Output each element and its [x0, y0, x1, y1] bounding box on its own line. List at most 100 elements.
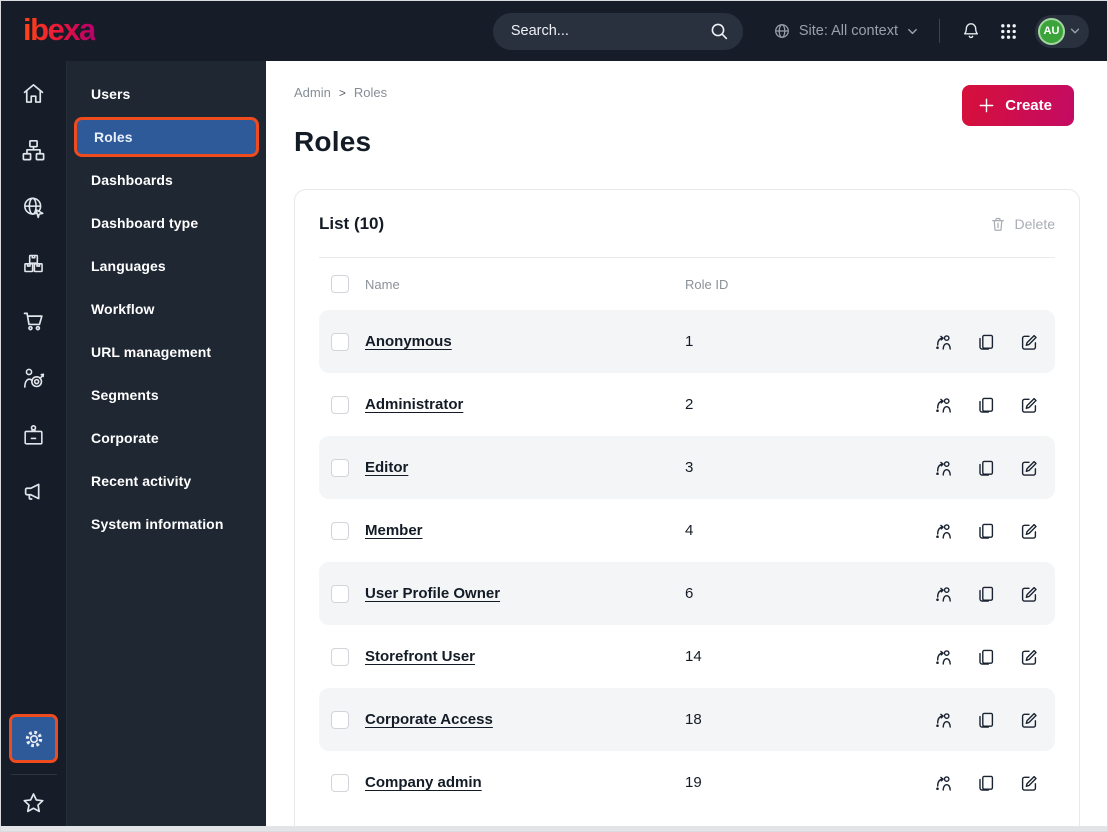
sidebar-item-recent-activity[interactable]: Recent activity — [74, 461, 259, 501]
sidebar-item-roles[interactable]: Roles — [74, 117, 259, 157]
avatar: AU — [1038, 17, 1065, 45]
row-checkbox[interactable] — [331, 710, 349, 729]
column-header-name: Name — [365, 276, 400, 292]
select-all-checkbox[interactable] — [331, 275, 349, 293]
edit-icon[interactable] — [1019, 395, 1039, 415]
copy-icon[interactable] — [976, 395, 996, 415]
sidebar-item-label: Languages — [91, 258, 166, 274]
role-id-cell: 3 — [685, 459, 694, 476]
edit-icon[interactable] — [1019, 773, 1039, 793]
create-button[interactable]: Create — [962, 85, 1074, 126]
sidebar-item-dashboards[interactable]: Dashboards — [74, 160, 259, 200]
sidebar-item-users[interactable]: Users — [74, 74, 259, 114]
search-input[interactable]: Search... — [492, 12, 743, 50]
role-name-link[interactable]: User Profile Owner — [365, 585, 500, 602]
icon-rail — [1, 61, 67, 831]
copy-icon[interactable] — [976, 521, 996, 541]
search-icon — [709, 21, 729, 41]
assign-user-icon[interactable] — [933, 521, 953, 541]
assign-user-icon[interactable] — [933, 773, 953, 793]
row-checkbox[interactable] — [331, 332, 349, 351]
breadcrumb: Admin > Roles — [294, 85, 1077, 100]
sidebar-item-home[interactable] — [1, 65, 66, 122]
row-checkbox[interactable] — [331, 458, 349, 477]
breadcrumb-item-roles[interactable]: Roles — [354, 85, 387, 100]
admin-side-menu: Users Roles Dashboards Dashboard type La… — [67, 61, 266, 831]
assign-user-icon[interactable] — [933, 584, 953, 604]
copy-icon[interactable] — [976, 710, 996, 730]
sidebar-item-corporate[interactable] — [1, 407, 66, 464]
sidebar-item-personalization[interactable] — [1, 350, 66, 407]
copy-icon[interactable] — [976, 458, 996, 478]
row-checkbox[interactable] — [331, 773, 349, 792]
sidebar-item-label: Recent activity — [91, 473, 192, 489]
table-row: Administrator 2 — [319, 373, 1055, 436]
sidebar-item-segments[interactable]: Segments — [74, 375, 259, 415]
assign-user-icon[interactable] — [933, 395, 953, 415]
copy-icon[interactable] — [976, 773, 996, 793]
copy-icon[interactable] — [976, 647, 996, 667]
assign-user-icon[interactable] — [933, 332, 953, 352]
notifications-bell-icon[interactable] — [960, 20, 982, 42]
sidebar-item-corporate[interactable]: Corporate — [74, 418, 259, 458]
edit-icon[interactable] — [1019, 458, 1039, 478]
role-name-link[interactable]: Corporate Access — [365, 711, 493, 728]
topbar: ibexa Search... Site: All context AU — [1, 1, 1107, 61]
edit-icon[interactable] — [1019, 647, 1039, 667]
sidebar-item-languages[interactable]: Languages — [74, 246, 259, 286]
sidebar-item-marketing[interactable] — [1, 464, 66, 521]
role-name-link[interactable]: Administrator — [365, 396, 463, 413]
table-row: Anonymous 1 — [319, 310, 1055, 373]
sidebar-item-url-management[interactable]: URL management — [74, 332, 259, 372]
site-context-selector[interactable]: Site: All context — [773, 22, 919, 40]
role-name-link[interactable]: Company admin — [365, 774, 482, 791]
assign-user-icon[interactable] — [933, 458, 953, 478]
globe-icon — [773, 22, 791, 40]
sidebar-item-label: System information — [91, 516, 224, 532]
marketing-megaphone-icon — [20, 479, 47, 506]
create-button-label: Create — [1005, 97, 1052, 114]
sidebar-item-favorites[interactable] — [20, 786, 47, 823]
user-menu[interactable]: AU — [1035, 14, 1089, 48]
sidebar-item-products[interactable] — [1, 236, 66, 293]
row-checkbox[interactable] — [331, 395, 349, 414]
copy-icon[interactable] — [976, 332, 996, 352]
sidebar-item-commerce[interactable] — [1, 293, 66, 350]
breadcrumb-item-admin[interactable]: Admin — [294, 85, 331, 100]
home-icon — [20, 80, 47, 107]
apps-grid-icon[interactable] — [998, 21, 1019, 42]
breadcrumb-separator: > — [338, 85, 346, 100]
copy-icon[interactable] — [976, 584, 996, 604]
edit-icon[interactable] — [1019, 521, 1039, 541]
corporate-badge-icon — [20, 422, 47, 449]
sidebar-item-site[interactable] — [1, 179, 66, 236]
sidebar-item-content[interactable] — [1, 122, 66, 179]
row-checkbox[interactable] — [331, 521, 349, 540]
role-name-link[interactable]: Member — [365, 522, 423, 539]
main-content: Admin > Roles Create Roles List (10) Del… — [266, 61, 1107, 831]
favorites-star-icon — [20, 790, 47, 817]
row-checkbox[interactable] — [331, 584, 349, 603]
ibexa-logo: ibexa — [23, 11, 96, 47]
sidebar-item-label: URL management — [91, 344, 212, 360]
sidebar-item-label: Segments — [91, 387, 159, 403]
sidebar-item-workflow[interactable]: Workflow — [74, 289, 259, 329]
personalization-target-icon — [20, 365, 47, 392]
sidebar-item-dashboard-type[interactable]: Dashboard type — [74, 203, 259, 243]
edit-icon[interactable] — [1019, 332, 1039, 352]
search-placeholder: Search... — [510, 23, 569, 39]
row-checkbox[interactable] — [331, 647, 349, 666]
sidebar-item-label: Dashboards — [91, 172, 173, 188]
role-name-link[interactable]: Editor — [365, 459, 408, 476]
edit-icon[interactable] — [1019, 584, 1039, 604]
role-name-link[interactable]: Storefront User — [365, 648, 475, 665]
delete-button[interactable]: Delete — [989, 215, 1055, 233]
assign-user-icon[interactable] — [933, 710, 953, 730]
assign-user-icon[interactable] — [933, 647, 953, 667]
sidebar-item-system-information[interactable]: System information — [74, 504, 259, 544]
sidebar-item-admin-active[interactable] — [9, 714, 58, 763]
sidebar-item-label: Corporate — [91, 430, 159, 446]
chevron-down-icon — [906, 25, 919, 38]
role-name-link[interactable]: Anonymous — [365, 333, 452, 350]
edit-icon[interactable] — [1019, 710, 1039, 730]
